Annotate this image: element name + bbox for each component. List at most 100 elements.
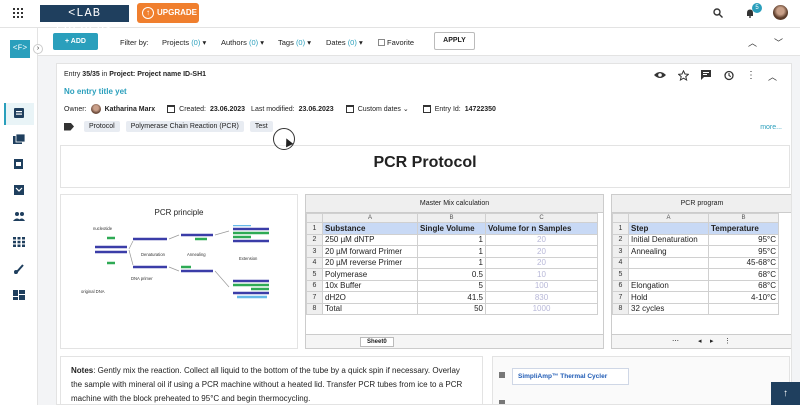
table-cell[interactable]: 4-10°C [708,291,779,304]
column-header[interactable]: A [628,213,709,223]
chevron-down-icon[interactable]: ﹀ [774,36,783,49]
comment-icon[interactable] [700,70,711,80]
table-cell[interactable] [708,302,779,315]
table-cell[interactable]: 1 [417,245,486,258]
tag-chip[interactable]: Polymerase Chain Reaction (PCR) [125,121,244,132]
table-cell[interactable]: 45-68°C [708,256,779,269]
table-cell[interactable]: 95°C [708,233,779,246]
chevron-up-icon[interactable]: ︿ [748,36,757,49]
inbox-icon[interactable] [13,185,25,195]
table-cell[interactable]: 95°C [708,245,779,258]
scroll-top-button[interactable]: ↑ [771,382,800,405]
apps-grid-icon[interactable] [13,8,23,18]
table-cell[interactable]: 100 [485,279,598,292]
device-link[interactable]: SimpliAmp™ Thermal Cycler [512,368,629,385]
entry-title[interactable]: No entry title yet [64,87,127,96]
apps-icon[interactable] [13,237,25,247]
table-cell[interactable]: 20 µM reverse Primer [322,256,418,269]
table-cell[interactable]: 0.5 [417,268,486,281]
table-cell[interactable] [628,256,709,269]
pcr-program-table[interactable]: A B 1 Step Temperature 2 Initial Denatura… [612,213,779,315]
table-cell[interactable]: Initial Denaturation [628,233,709,246]
project-link[interactable]: Project: Project name ID-SH1 [109,71,206,78]
people-icon[interactable] [13,211,25,221]
more-link[interactable]: more... [760,124,782,131]
user-avatar[interactable] [773,5,788,20]
drag-handle-icon[interactable] [499,400,505,404]
projects-filter[interactable]: Projects (0) ▾ [162,38,206,47]
table-cell[interactable]: 32 cycles [628,302,709,315]
table-cell[interactable]: 1 [417,256,486,269]
tags-filter[interactable]: Tags (0) ▾ [278,38,311,47]
favorite-checkbox[interactable] [378,39,385,46]
sheet-nav-icon[interactable]: ⋯ [672,337,679,345]
projects-icon[interactable] [13,134,25,144]
add-button[interactable]: + ADD [53,33,98,50]
drag-handle-icon[interactable] [499,372,505,378]
table-cell[interactable]: Elongation [628,279,709,292]
authors-filter[interactable]: Authors (0) ▾ [221,38,264,47]
table-cell[interactable]: Total [322,302,418,315]
more-vertical-icon[interactable]: ⋮ [746,70,756,83]
table-cell[interactable]: Annealing [628,245,709,258]
table-cell[interactable]: 10 [485,268,598,281]
star-icon[interactable] [677,70,689,81]
tag-chip[interactable]: Test [249,121,273,132]
notes-block[interactable]: Notes: Gently mix the reaction. Collect … [60,356,483,404]
protocol-title-block[interactable]: PCR Protocol [60,145,790,188]
tag-chip[interactable]: Protocol [84,121,120,132]
table-cell[interactable]: dH2O [322,291,418,304]
table-cell[interactable] [628,268,709,281]
table-cell[interactable]: 830 [485,291,598,304]
column-header[interactable]: B [417,213,486,223]
table-cell[interactable]: 50 [417,302,486,315]
table-cell[interactable]: 20 [485,233,598,246]
table-cell[interactable]: 10x Buffer [322,279,418,292]
sheet-prev-icon[interactable]: ◂ [698,337,702,345]
sheet-menu-icon[interactable]: ⋮ [724,337,731,345]
table-cell[interactable]: 1 [417,233,486,246]
favorite-filter[interactable]: Favorite [378,38,414,47]
history-icon[interactable] [723,70,734,81]
pcr-principle-block[interactable]: PCR principle nucleotide Denaturation An… [60,194,298,349]
table-cell[interactable]: 68°C [708,279,779,292]
column-header[interactable]: C [485,213,598,223]
table-cell[interactable]: 68°C [708,268,779,281]
pcr-program-sheet[interactable]: PCR program A B 1 Step Temperature 2 Init… [611,194,791,349]
sidebar-toggle[interactable]: › [33,44,43,54]
table-cell[interactable]: Polymerase [322,268,418,281]
header-cell[interactable]: Step [628,222,709,235]
table-cell[interactable]: Hold [628,291,709,304]
search-icon[interactable] [713,8,723,18]
header-cell[interactable]: Substance [322,222,418,235]
column-header[interactable]: B [708,213,779,223]
table-cell[interactable]: 41.5 [417,291,486,304]
notebook-icon[interactable] [13,108,25,118]
table-cell[interactable]: 20 µM forward Primer [322,245,418,258]
custom-dates-dropdown[interactable]: Custom dates ⌄ [358,105,409,113]
collapse-chevron-icon[interactable]: ︿ [768,70,777,83]
table-cell[interactable]: 250 µM dNTP [322,233,418,246]
chemistry-icon[interactable] [13,264,25,274]
master-mix-table[interactable]: A B C 1 Substance Single Volume Volume f… [306,213,598,315]
sidebar-logo[interactable]: <F> [10,40,30,58]
sheet-tab[interactable]: Sheet0 [360,337,394,347]
eye-icon[interactable] [653,70,666,80]
sheet-next-icon[interactable]: ▸ [710,337,714,345]
header-cell[interactable]: Volume for n Samples [485,222,598,235]
table-cell[interactable]: 1000 [485,302,598,315]
table-cell[interactable]: 20 [485,245,598,258]
table-cell[interactable]: 20 [485,256,598,269]
header-cell[interactable]: Temperature [708,222,779,235]
table-cell[interactable]: 5 [417,279,486,292]
dates-filter[interactable]: Dates (0) ▾ [326,38,363,47]
upgrade-button[interactable]: ↑ UPGRADE [137,3,199,23]
created-label: Created: [179,105,206,113]
app-logo[interactable]: <LAB FOLDER> [40,5,129,37]
dashboard-icon[interactable] [13,290,25,300]
apply-button[interactable]: APPLY [434,32,475,50]
column-header[interactable]: A [322,213,418,223]
header-cell[interactable]: Single Volume [417,222,486,235]
master-mix-sheet[interactable]: Master Mix calculation A B C 1 Substance… [305,194,604,349]
templates-icon[interactable] [13,159,25,169]
